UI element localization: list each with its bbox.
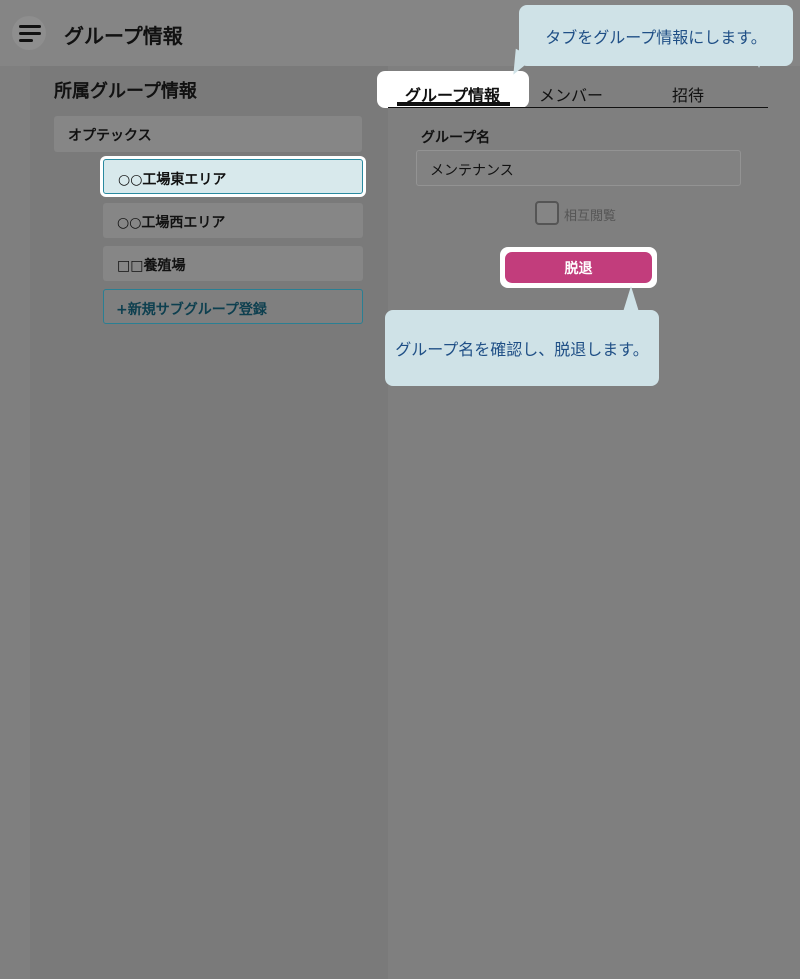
withdraw-button[interactable]: 脱退: [505, 252, 652, 283]
group-name-field[interactable]: メンテナンス: [416, 150, 741, 186]
sidebar-title: 所属グループ情報: [54, 81, 197, 102]
hamburger-menu-icon[interactable]: [12, 16, 46, 50]
mutual-view-checkbox[interactable]: [535, 201, 559, 225]
subgroup-item-west[interactable]: ○○工場西エリア: [103, 203, 363, 238]
tab-hint-callout: タブをグループ情報にします。: [519, 5, 793, 66]
subgroup-item-farm[interactable]: □□養殖場: [103, 246, 363, 281]
tab-members[interactable]: メンバー: [539, 82, 603, 106]
withdraw-hint-callout: グループ名を確認し、脱退します。: [385, 310, 659, 386]
group-name-label: グループ名: [421, 130, 491, 146]
add-subgroup-button[interactable]: +新規サブグループ登録: [103, 289, 363, 324]
page-title: グループ情報: [64, 24, 183, 48]
active-tab-indicator: [397, 102, 510, 106]
callout-tail: [623, 286, 639, 312]
mutual-view-label: 相互閲覧: [564, 209, 617, 224]
subgroup-item-east[interactable]: ○○工場東エリア: [103, 159, 363, 194]
tab-invite[interactable]: 招待: [672, 82, 704, 106]
tab-divider: [388, 107, 768, 108]
organization-item[interactable]: オプテックス: [54, 116, 362, 152]
